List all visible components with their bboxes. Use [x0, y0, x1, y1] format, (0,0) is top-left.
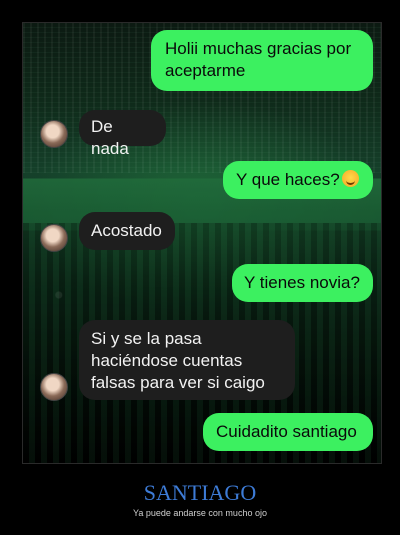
chat-screenshot: Holii muchas gracias por aceptarme De na… — [22, 22, 382, 464]
caption-subtitle: Ya puede andarse con mucho ojo — [133, 508, 267, 518]
sent-message: Y tienes novia? — [232, 264, 373, 302]
caption-title: SANTIAGO — [143, 480, 257, 505]
received-message: Si y se la pasa haciéndose cuentas falsa… — [79, 320, 295, 400]
contact-avatar — [40, 373, 68, 401]
sent-message: Y que haces? — [223, 161, 373, 199]
sent-message-text: Y que haces? — [236, 170, 340, 189]
contact-avatar — [40, 224, 68, 252]
sent-message: Holii muchas gracias por aceptarme — [151, 30, 373, 91]
contact-avatar — [40, 120, 68, 148]
smirk-emoji-icon — [341, 170, 359, 187]
sent-message: Cuidadito santiago — [203, 413, 373, 451]
received-message: Acostado — [79, 212, 175, 250]
received-message: De nada — [79, 110, 166, 158]
